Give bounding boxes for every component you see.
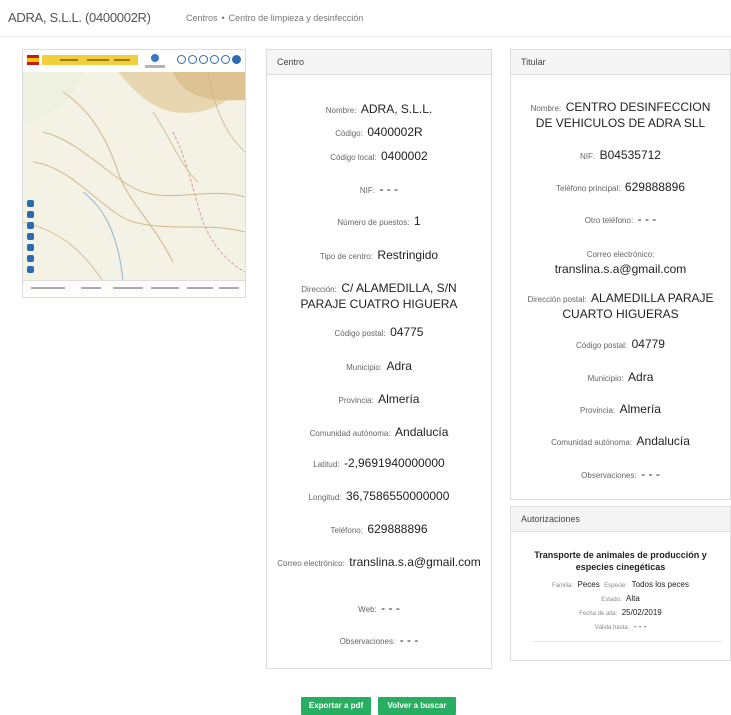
autorizacion-fecha-alta: Fecha de alta: 25/02/2019 xyxy=(579,608,662,617)
pan-icon[interactable] xyxy=(27,222,34,229)
titular-direccion: Dirección postal: ALAMEDILLA PARAJE CUAR… xyxy=(527,291,714,321)
map-toolbar xyxy=(27,200,34,273)
centro-direccion: Dirección: C/ ALAMEDILLA, S/N PARAJE CUA… xyxy=(300,281,458,311)
titular-provincia: Provincia: Almería xyxy=(580,402,661,416)
centro-nif: NIF: - - - xyxy=(359,182,399,196)
centro-puestos: Número de puestos: 1 xyxy=(337,214,421,228)
centro-email-link[interactable]: translina.s.a@gmail.com xyxy=(349,555,481,569)
back-to-search-button[interactable]: Volver a buscar xyxy=(378,697,456,715)
titular-telefono: Teléfono principal: 629888896 xyxy=(555,180,685,194)
titular-municipio: Municipio: Adra xyxy=(587,370,654,384)
map-header xyxy=(23,50,245,73)
centro-municipio: Municipio: Adra xyxy=(346,359,412,373)
centro-codigo-postal: Código postal: 04775 xyxy=(334,325,424,339)
centro-latitud: Latitud: -2,9691940000000 xyxy=(313,456,445,470)
centro-telefono: Teléfono: 629888896 xyxy=(330,522,428,536)
measure-icon[interactable] xyxy=(27,244,34,251)
breadcrumb-separator: • xyxy=(221,13,225,23)
centro-longitud: Longitud: 36,7586550000000 xyxy=(308,489,450,503)
map-layers-icon[interactable] xyxy=(232,55,241,64)
titular-codigo-postal: Código postal: 04779 xyxy=(576,337,665,351)
zoom-out-icon[interactable] xyxy=(27,211,34,218)
breadcrumb-item-centros[interactable]: Centros xyxy=(186,13,218,23)
spain-flag-icon xyxy=(27,55,39,65)
titular-otro-telefono: Otro teléfono: - - - xyxy=(584,212,657,226)
centro-correo: Correo electrónico: translina.s.a@gmail.… xyxy=(277,555,481,569)
autorizacion-divider xyxy=(533,641,722,642)
map-info-icon[interactable] xyxy=(188,55,197,64)
ministry-logo xyxy=(42,55,138,65)
titular-nombre: Nombre: CENTRO DESINFECCION DE VEHICULOS… xyxy=(530,100,711,130)
titular-comunidad: Comunidad autónoma: Andalucía xyxy=(551,434,690,448)
centro-nombre: Nombre: ADRA, S.L.L. xyxy=(325,102,433,116)
centro-codigo-local: Código local: 0400002 xyxy=(330,149,428,163)
page-title: ADRA, S.L.L. (0400002R) xyxy=(8,10,151,25)
map-controls xyxy=(177,55,241,64)
autorizaciones-card: Autorizaciones Transporte de animales de… xyxy=(510,506,731,661)
titular-header: Titular xyxy=(511,50,730,75)
centro-comunidad: Comunidad autónoma: Andalucía xyxy=(309,425,449,439)
titular-nif: NIF: B04535712 xyxy=(580,148,661,162)
centro-card: Centro Nombre: ADRA, S.L.L. Código: 0400… xyxy=(266,49,492,669)
breadcrumb: Centros • Centro de limpieza y desinfecció… xyxy=(186,13,363,23)
breadcrumb-item-current: Centro de limpieza y desinfección xyxy=(228,13,364,23)
autorizaciones-header: Autorizaciones xyxy=(511,507,730,532)
print-icon[interactable] xyxy=(27,255,34,262)
titular-correo: Correo electrónico: translina.s.a@gmail.… xyxy=(554,250,687,276)
location-map[interactable] xyxy=(22,49,246,298)
geoportal-logo xyxy=(145,54,165,68)
centro-header: Centro xyxy=(267,50,491,75)
autorizacion-title: Transporte de animales de producción y e… xyxy=(534,550,707,572)
centro-provincia: Provincia: Almería xyxy=(338,392,420,406)
map-info-icon[interactable] xyxy=(177,55,186,64)
titular-email-link[interactable]: translina.s.a@gmail.com xyxy=(555,262,687,276)
centro-codigo: Código: 0400002R xyxy=(335,125,423,139)
map-info-icon[interactable] xyxy=(210,55,219,64)
map-info-icon[interactable] xyxy=(199,55,208,64)
centro-web: Web: - - - xyxy=(358,601,400,615)
header-divider xyxy=(0,36,731,37)
titular-card: Titular Nombre: CENTRO DESINFECCION DE V… xyxy=(510,49,731,500)
zoom-in-icon[interactable] xyxy=(27,200,34,207)
map-scale-bar xyxy=(23,280,245,297)
autorizacion-valida-hasta: Válida hasta: - - - xyxy=(594,622,647,631)
map-info-icon[interactable] xyxy=(221,55,230,64)
export-pdf-button[interactable]: Exportar a pdf xyxy=(301,697,371,715)
locate-icon[interactable] xyxy=(27,233,34,240)
titular-observaciones: Observaciones: - - - xyxy=(581,467,660,481)
centro-tipo: Tipo de centro: Restringido xyxy=(319,248,439,262)
home-icon[interactable] xyxy=(27,266,34,273)
map-terrain[interactable] xyxy=(23,72,245,281)
centro-observaciones: Observaciones: - - - xyxy=(339,633,419,647)
autorizacion-familia: Familia: Peces Especie: Todos los peces xyxy=(552,580,689,589)
